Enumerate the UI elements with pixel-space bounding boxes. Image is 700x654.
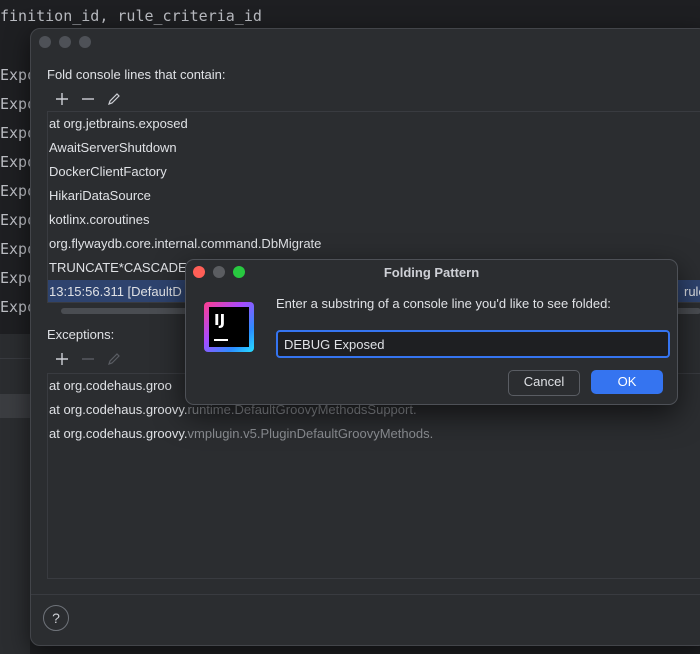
list-item-text: at org.jetbrains.exposed	[49, 116, 188, 131]
list-item-text: at org.codehaus.groovy.	[49, 426, 188, 441]
list-item-text: HikariDataSource	[49, 188, 151, 203]
fold-lines-label: Fold console lines that contain:	[47, 67, 226, 82]
ok-button[interactable]: OK	[591, 370, 663, 394]
divider	[0, 358, 30, 359]
list-item[interactable]: at org.jetbrains.exposed	[48, 112, 700, 136]
remove-icon	[82, 358, 94, 360]
edit-pencil-icon	[108, 353, 120, 365]
folding-pattern-popup: Folding Pattern IJ Enter a substring of …	[185, 259, 678, 405]
add-icon	[56, 93, 68, 105]
list-item-text: TRUNCATE*CASCADE	[49, 260, 187, 275]
list-item-text: AwaitServerShutdown	[49, 140, 177, 155]
editor-code-line: finition_id, rule_criteria_id	[0, 7, 262, 25]
help-button[interactable]: ?	[43, 605, 69, 631]
side-panel-strip	[0, 334, 30, 654]
add-pattern-button[interactable]	[51, 88, 73, 110]
list-item[interactable]: kotlinx.coroutines	[48, 208, 700, 232]
pattern-input[interactable]	[276, 330, 670, 358]
list-item[interactable]: org.flywaydb.core.internal.command.DbMig…	[48, 232, 700, 256]
list-item[interactable]: DockerClientFactory	[48, 160, 700, 184]
popup-prompt: Enter a substring of a console line you'…	[276, 296, 611, 311]
list-item[interactable]: HikariDataSource	[48, 184, 700, 208]
exceptions-label: Exceptions:	[47, 327, 115, 342]
add-icon	[56, 353, 68, 365]
exceptions-toolbar	[47, 347, 125, 371]
edit-pattern-button[interactable]	[103, 88, 125, 110]
list-item-text: kotlinx.coroutines	[49, 212, 150, 227]
popup-title: Folding Pattern	[383, 265, 480, 280]
list-item-text-secondary: vmplugin.v5.PluginDefaultGroovyMethods.	[187, 426, 434, 441]
list-item-text: 13:15:56.311 [DefaultD	[49, 284, 182, 299]
fold-list-toolbar	[47, 87, 125, 111]
edit-exception-button[interactable]	[103, 348, 125, 370]
list-item-text: at org.codehaus.groo	[49, 378, 172, 393]
logo-underscore	[214, 339, 228, 341]
logo-inner: IJ	[209, 307, 249, 347]
list-item-text: at org.codehaus.groovy.	[49, 402, 188, 417]
list-item-text: DockerClientFactory	[49, 164, 167, 179]
maximize-window-button[interactable]	[79, 36, 91, 48]
window-controls	[39, 36, 91, 48]
list-item-text: org.flywaydb.core.internal.command.DbMig…	[49, 236, 322, 251]
list-item-overflow-text: rule	[684, 284, 700, 299]
list-item[interactable]: AwaitServerShutdown	[48, 136, 700, 160]
cancel-button[interactable]: Cancel	[508, 370, 580, 396]
close-window-button[interactable]	[39, 36, 51, 48]
remove-exception-button[interactable]	[77, 348, 99, 370]
list-item[interactable]: at org.codehaus.groovy.vmplugin.v5.Plugi…	[48, 422, 700, 446]
remove-icon	[82, 98, 94, 100]
edit-pencil-icon	[108, 93, 120, 105]
intellij-logo-icon: IJ	[204, 302, 254, 352]
side-selected-row[interactable]	[0, 394, 30, 418]
remove-pattern-button[interactable]	[77, 88, 99, 110]
minimize-window-button[interactable]	[59, 36, 71, 48]
add-exception-button[interactable]	[51, 348, 73, 370]
footer-divider	[31, 594, 700, 595]
logo-text: IJ	[214, 311, 226, 329]
popup-titlebar: Folding Pattern	[186, 260, 677, 284]
